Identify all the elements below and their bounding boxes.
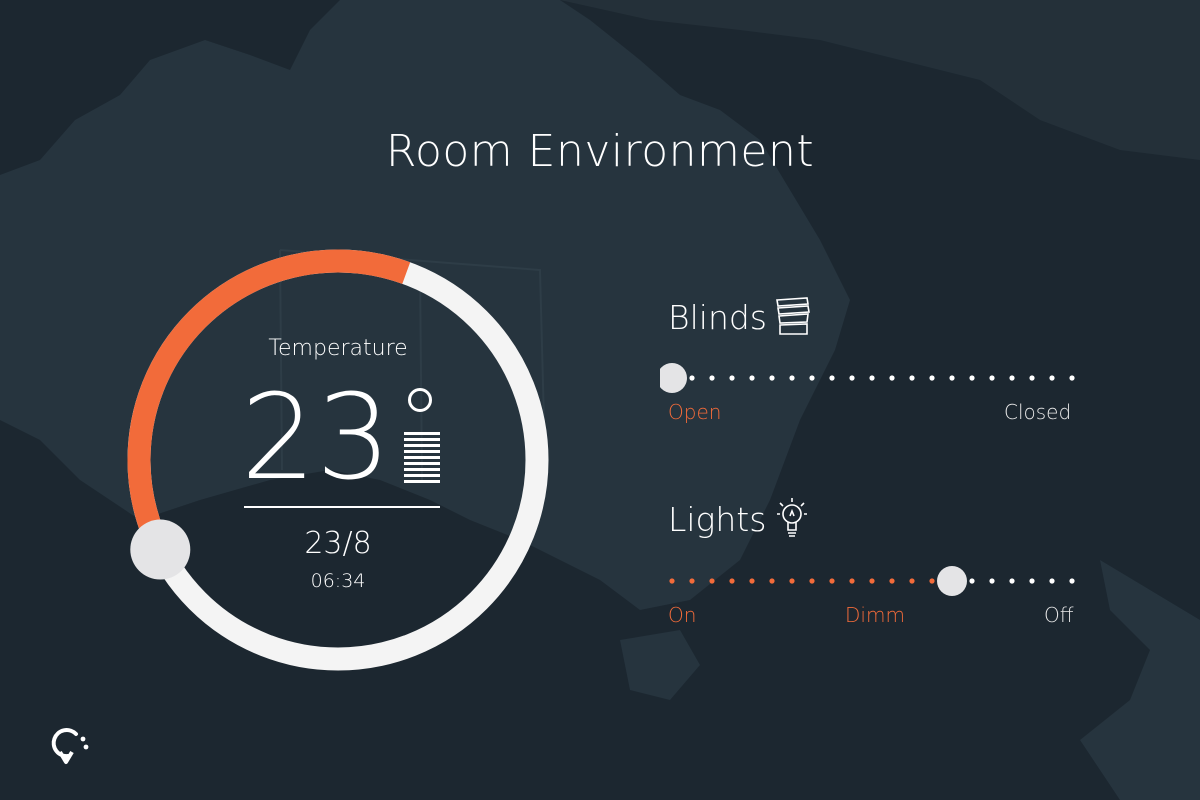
blinds-slider-dot [769,375,775,381]
lights-slider-dot [869,578,875,584]
temperature-value: 23 [240,368,392,506]
blinds-slider-dot [929,375,935,381]
lights-slider-dot [749,578,755,584]
blinds-slider[interactable] [660,358,1080,398]
lights-label-dimm: Dimm [845,603,905,627]
blinds-slider-dot [1009,375,1015,381]
lights-slider-dot [849,578,855,584]
blinds-slider-dot [869,375,875,381]
lights-slider-dot [789,578,795,584]
blinds-slider-dot [809,375,815,381]
blinds-slider-dot [989,375,995,381]
refresh-logo-icon[interactable] [46,722,90,766]
blinds-slider-dot [969,375,975,381]
lights-slider-dot [909,578,915,584]
lights-slider-dot [1069,578,1075,584]
lights-slider-dot [889,578,895,584]
temperature-label: Temperature [268,336,408,361]
blinds-label-open: Open [668,400,722,424]
degree-icon [408,388,432,412]
lights-slider-dot [969,578,975,584]
blinds-slider-dot [729,375,735,381]
dial-divider [244,506,440,508]
temperature-dial[interactable]: Temperature 23 23/8 06:34 [118,240,558,680]
lights-slider-dot [729,578,735,584]
lights-label-on: On [668,603,697,627]
blinds-icon [776,297,810,335]
blinds-slider-dot [1069,375,1075,381]
blinds-slider-dot [1029,375,1035,381]
blinds-slider-handle[interactable] [660,363,687,393]
temperature-date: 23/8 [304,526,372,561]
lights-slider-dot [1049,578,1055,584]
lights-slider-dot [989,578,995,584]
blinds-title: Blinds [668,298,767,337]
blinds-slider-dot [909,375,915,381]
page-title: Room Environment [385,126,815,177]
lights-slider-handle[interactable] [937,566,967,596]
blinds-slider-dot [949,375,955,381]
lights-slider-dot [669,578,675,584]
lights-slider-dot [829,578,835,584]
blinds-slider-dot [889,375,895,381]
blinds-slider-dot [789,375,795,381]
temperature-time: 06:34 [310,570,366,592]
unit-bars-icon [404,432,440,486]
lights-slider-dot [709,578,715,584]
lights-title: Lights [668,500,767,539]
lightbulb-icon [777,498,807,537]
lights-slider-dot [769,578,775,584]
map-landmass-tasmania [620,630,700,700]
lights-slider-dot [1029,578,1035,584]
blinds-label-closed: Closed [1004,400,1072,424]
blinds-slider-dot [689,375,695,381]
lights-slider-dot [689,578,695,584]
blinds-slider-dot [829,375,835,381]
blinds-slider-dot [709,375,715,381]
blinds-slider-dot [1049,375,1055,381]
lights-slider-dot [1009,578,1015,584]
lights-label-off: Off [1044,603,1074,627]
lights-slider-dot [809,578,815,584]
map-landmass-newzealand [1080,560,1200,800]
blinds-slider-dot [749,375,755,381]
lights-slider[interactable] [660,561,1080,601]
blinds-slider-dot [849,375,855,381]
lights-slider-dot [929,578,935,584]
